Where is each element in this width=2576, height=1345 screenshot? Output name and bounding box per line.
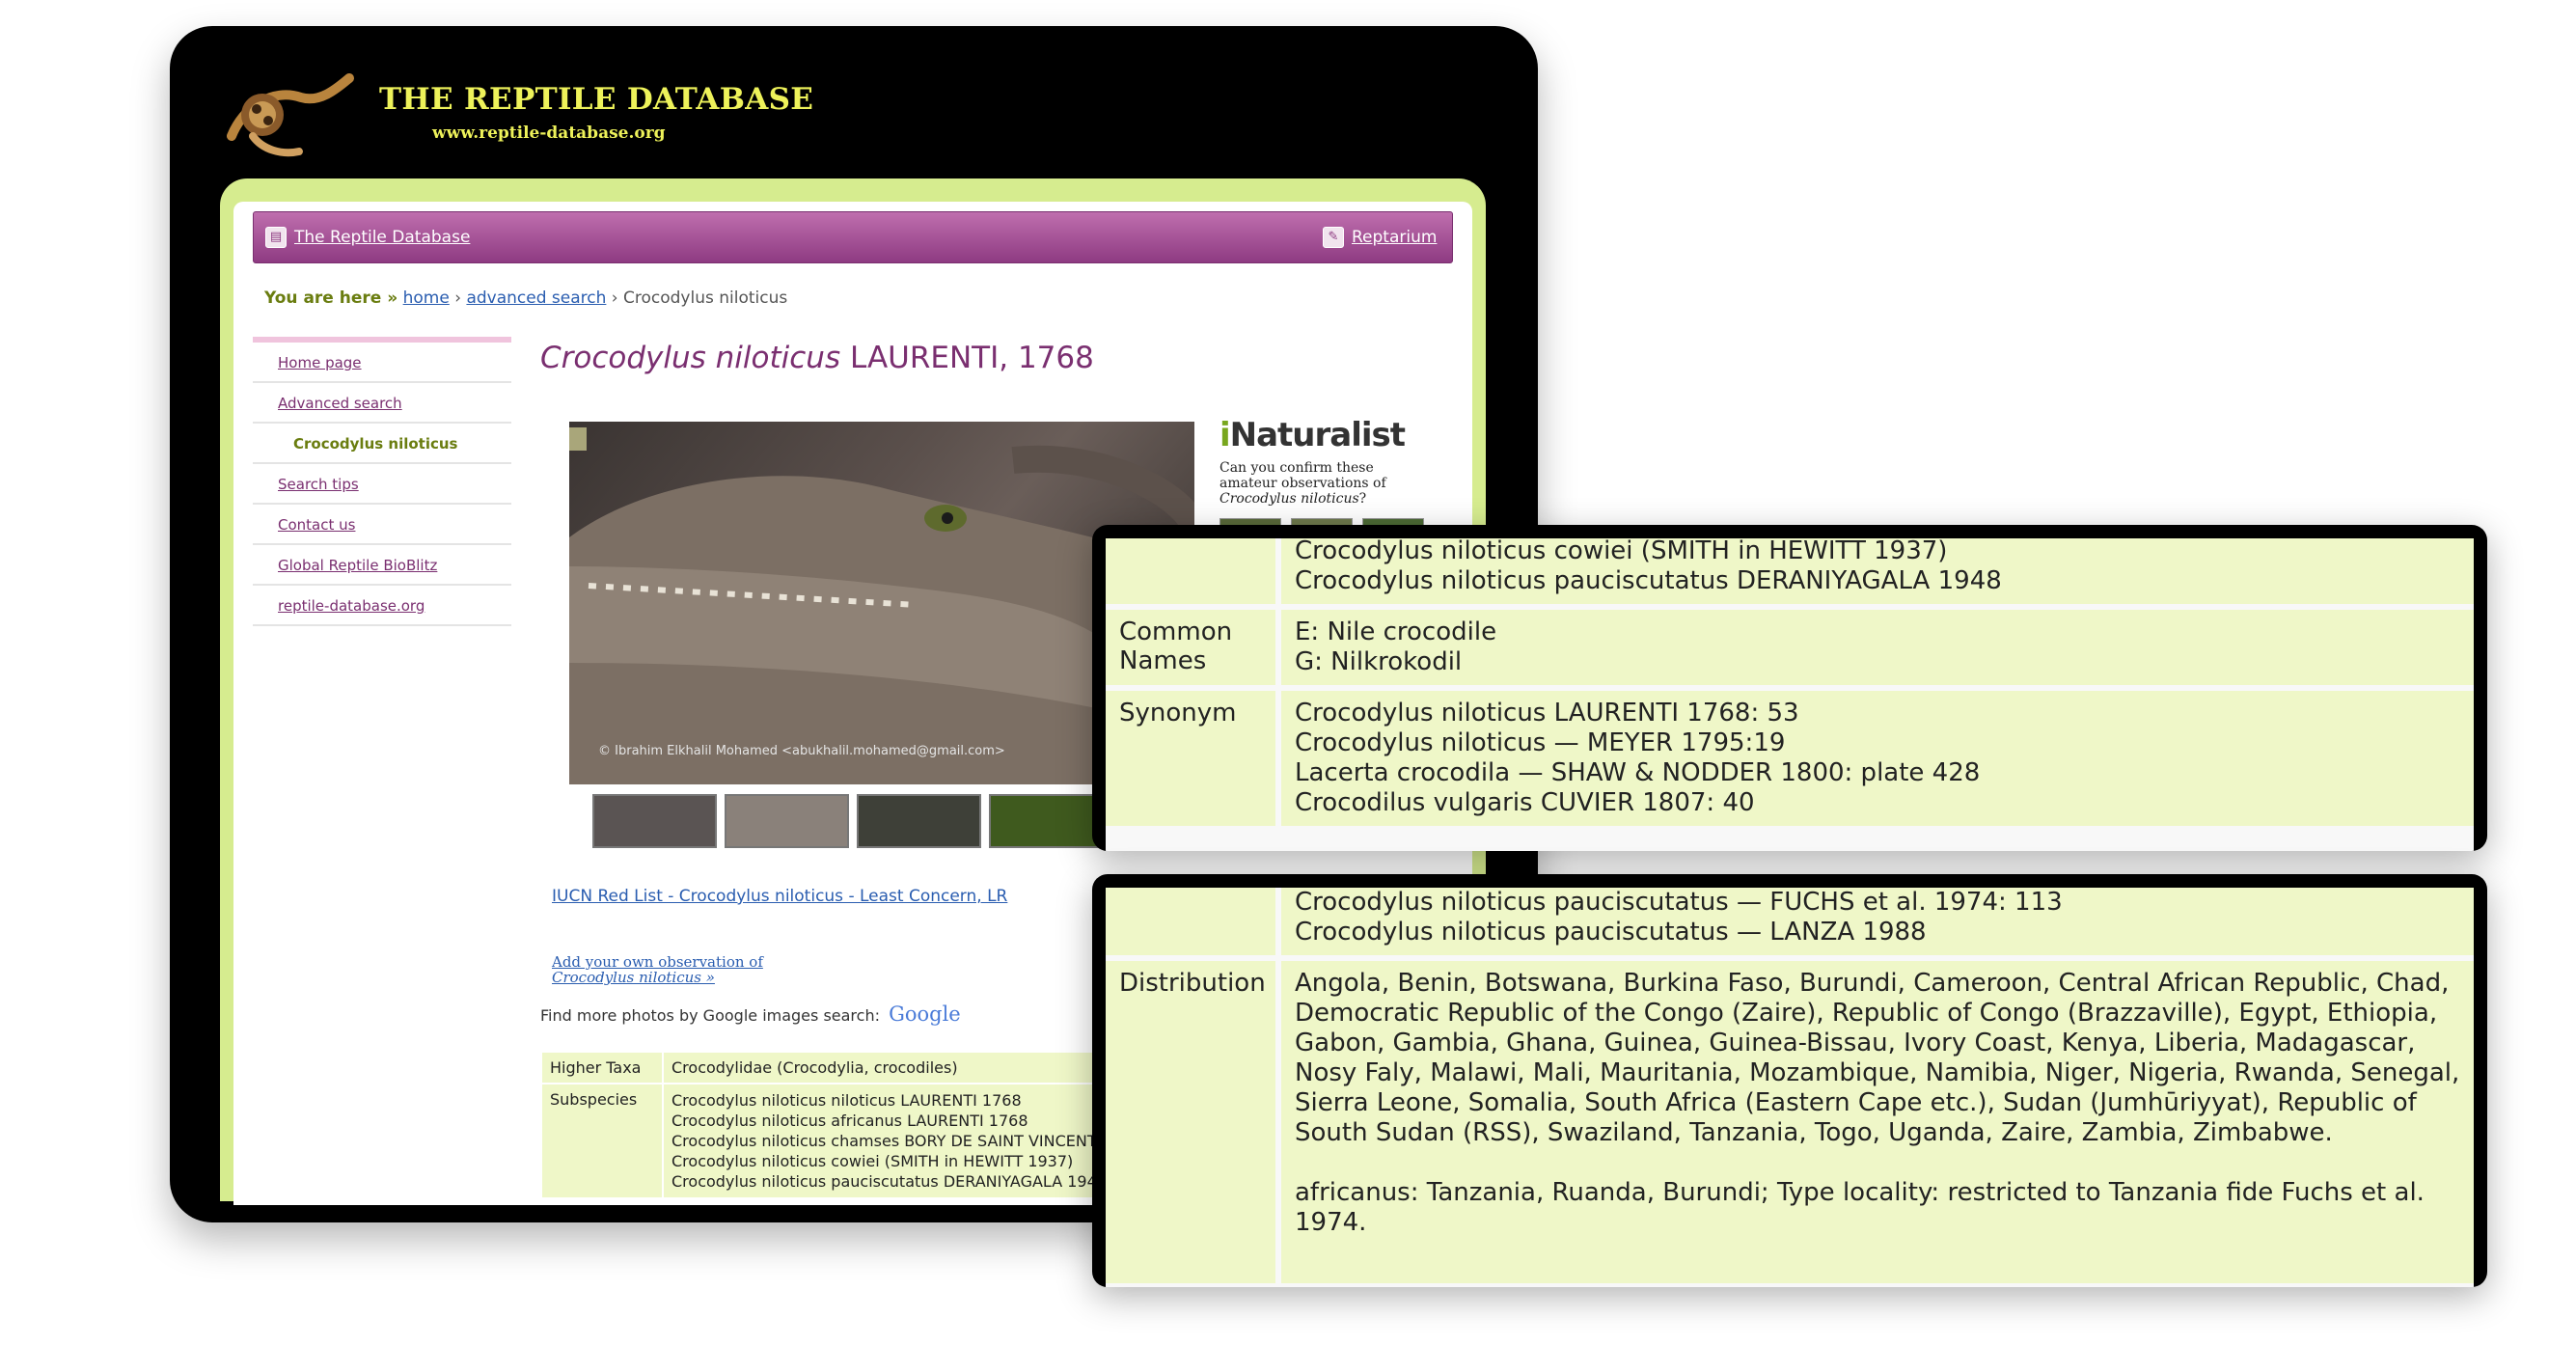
table-row: Common Names E: Nile crocodile G: Nilkro… bbox=[1106, 610, 2474, 691]
photo-thumbnail[interactable] bbox=[592, 794, 717, 848]
google-search-text: Find more photos by Google images search… bbox=[540, 1006, 880, 1025]
breadcrumb-current: Crocodylus niloticus bbox=[623, 288, 788, 308]
subspecies-label: Subspecies bbox=[542, 1084, 662, 1197]
photo-thumbnail[interactable] bbox=[857, 794, 981, 848]
breadcrumb: You are here » home › advanced search › … bbox=[264, 288, 787, 308]
sidebar-item-bioblitz[interactable]: Global Reptile BioBlitz bbox=[253, 545, 511, 586]
common-names-value: E: Nile crocodile G: Nilkrokodil bbox=[1281, 610, 2474, 685]
breadcrumb-separator: › bbox=[611, 288, 618, 308]
higher-taxa-label: Higher Taxa bbox=[542, 1053, 662, 1083]
species-name: Crocodylus niloticus bbox=[540, 341, 841, 375]
sidebar-item-contact[interactable]: Contact us bbox=[253, 505, 511, 545]
breadcrumb-separator: › bbox=[454, 288, 462, 308]
sidebar-item-advanced-search[interactable]: Advanced search bbox=[253, 383, 511, 424]
reptile-database-link[interactable]: The Reptile Database bbox=[294, 228, 470, 247]
table-row: Synonym Crocodylus niloticus LAURENTI 17… bbox=[1106, 691, 2474, 832]
breadcrumb-advanced-link[interactable]: advanced search bbox=[466, 288, 606, 308]
breadcrumb-label: You are here » bbox=[264, 288, 398, 308]
zoom-panel-distribution: Crocodylus niloticus pauciscutatus — FUC… bbox=[1092, 874, 2487, 1287]
sidebar-item-home[interactable]: Home page bbox=[253, 343, 511, 383]
subspecies-tail: Crocodylus niloticus cowiei (SMITH in HE… bbox=[1281, 538, 2474, 604]
zoom-panel-names: Crocodylus niloticus cowiei (SMITH in HE… bbox=[1092, 525, 2487, 851]
google-images-search: Find more photos by Google images search… bbox=[540, 1002, 961, 1026]
distribution-value: Angola, Benin, Botswana, Burkina Faso, B… bbox=[1281, 961, 2474, 1283]
side-navigation: Home page Advanced search Crocodylus nil… bbox=[253, 337, 511, 626]
table-row: Distribution Angola, Benin, Botswana, Bu… bbox=[1106, 961, 2474, 1287]
synonym-tail: Crocodylus niloticus pauciscutatus — FUC… bbox=[1281, 888, 2474, 955]
synonym-line: Crocodilus vulgaris CUVIER 1807: 40 bbox=[1295, 788, 1755, 817]
database-icon: ▤ bbox=[265, 227, 287, 248]
photo-credit: © Ibrahim Elkhalil Mohamed <abukhalil.mo… bbox=[598, 744, 1005, 758]
photo-thumbnails bbox=[592, 794, 1113, 848]
photo-info-marker[interactable] bbox=[569, 427, 587, 451]
site-banner: THE REPTILE DATABASE www.reptile-databas… bbox=[170, 26, 1538, 180]
distribution-countries: Angola, Benin, Botswana, Burkina Faso, B… bbox=[1295, 969, 2460, 1147]
top-nav-bar: ▤ The Reptile Database ✎ Reptarium bbox=[253, 211, 1453, 263]
distribution-note: africanus: Tanzania, Ruanda, Burundi; Ty… bbox=[1295, 1178, 2425, 1237]
synonym-line: Crocodylus niloticus — MEYER 1795:19 bbox=[1295, 728, 1786, 757]
synonym-line: Crocodylus niloticus pauciscutatus — FUC… bbox=[1295, 888, 2063, 917]
distribution-label: Distribution bbox=[1106, 961, 1281, 1283]
sidebar-item-search-tips[interactable]: Search tips bbox=[253, 464, 511, 505]
inaturalist-logo[interactable]: iNaturalist bbox=[1219, 416, 1432, 454]
banner-title: THE REPTILE DATABASE bbox=[379, 82, 814, 117]
breadcrumb-home-link[interactable]: home bbox=[403, 288, 450, 308]
sidebar-item-current-species[interactable]: Crocodylus niloticus bbox=[253, 424, 511, 464]
page-title: Crocodylus niloticus LAURENTI, 1768 bbox=[540, 341, 1094, 375]
synonym-label: Synonym bbox=[1106, 691, 1281, 826]
google-logo-link[interactable]: Google bbox=[889, 1002, 961, 1026]
common-names-label: Common Names bbox=[1106, 610, 1281, 685]
reptarium-icon: ✎ bbox=[1323, 227, 1344, 248]
observe-line-2: Crocodylus niloticus » bbox=[552, 969, 715, 986]
sidebar-item-website[interactable]: reptile-database.org bbox=[253, 586, 511, 626]
synonym-line: Crocodylus niloticus pauciscutatus — LAN… bbox=[1295, 918, 1927, 947]
table-row: Crocodylus niloticus pauciscutatus — FUC… bbox=[1106, 888, 2474, 961]
species-author: LAURENTI, 1768 bbox=[849, 341, 1094, 375]
table-row: Crocodylus niloticus cowiei (SMITH in HE… bbox=[1106, 538, 2474, 610]
iucn-red-list-link[interactable]: IUCN Red List - Crocodylus niloticus - L… bbox=[552, 887, 1007, 906]
reptile-logo-icon[interactable] bbox=[224, 69, 359, 161]
inaturalist-prompt: Can you confirm these amateur observatio… bbox=[1219, 460, 1386, 507]
subspecies-line: Crocodylus niloticus pauciscutatus DERAN… bbox=[1295, 566, 2002, 595]
empty-label-cell bbox=[1106, 538, 1281, 604]
banner-url: www.reptile-database.org bbox=[432, 124, 666, 143]
common-name-line: G: Nilkrokodil bbox=[1295, 647, 1463, 676]
subspecies-line: Crocodylus niloticus cowiei (SMITH in HE… bbox=[1295, 538, 1948, 565]
synonym-line: Crocodylus niloticus LAURENTI 1768: 53 bbox=[1295, 699, 1799, 727]
photo-thumbnail[interactable] bbox=[725, 794, 849, 848]
empty-label-cell bbox=[1106, 888, 1281, 955]
reptarium-link[interactable]: Reptarium bbox=[1352, 228, 1437, 247]
add-observation-link[interactable]: Add your own observation of Crocodylus n… bbox=[552, 954, 763, 985]
common-name-line: E: Nile crocodile bbox=[1295, 618, 1497, 646]
synonym-value: Crocodylus niloticus LAURENTI 1768: 53 C… bbox=[1281, 691, 2474, 826]
observe-line-1: Add your own observation of bbox=[552, 953, 763, 971]
synonym-line: Lacerta crocodila — SHAW & NODDER 1800: … bbox=[1295, 758, 1981, 787]
